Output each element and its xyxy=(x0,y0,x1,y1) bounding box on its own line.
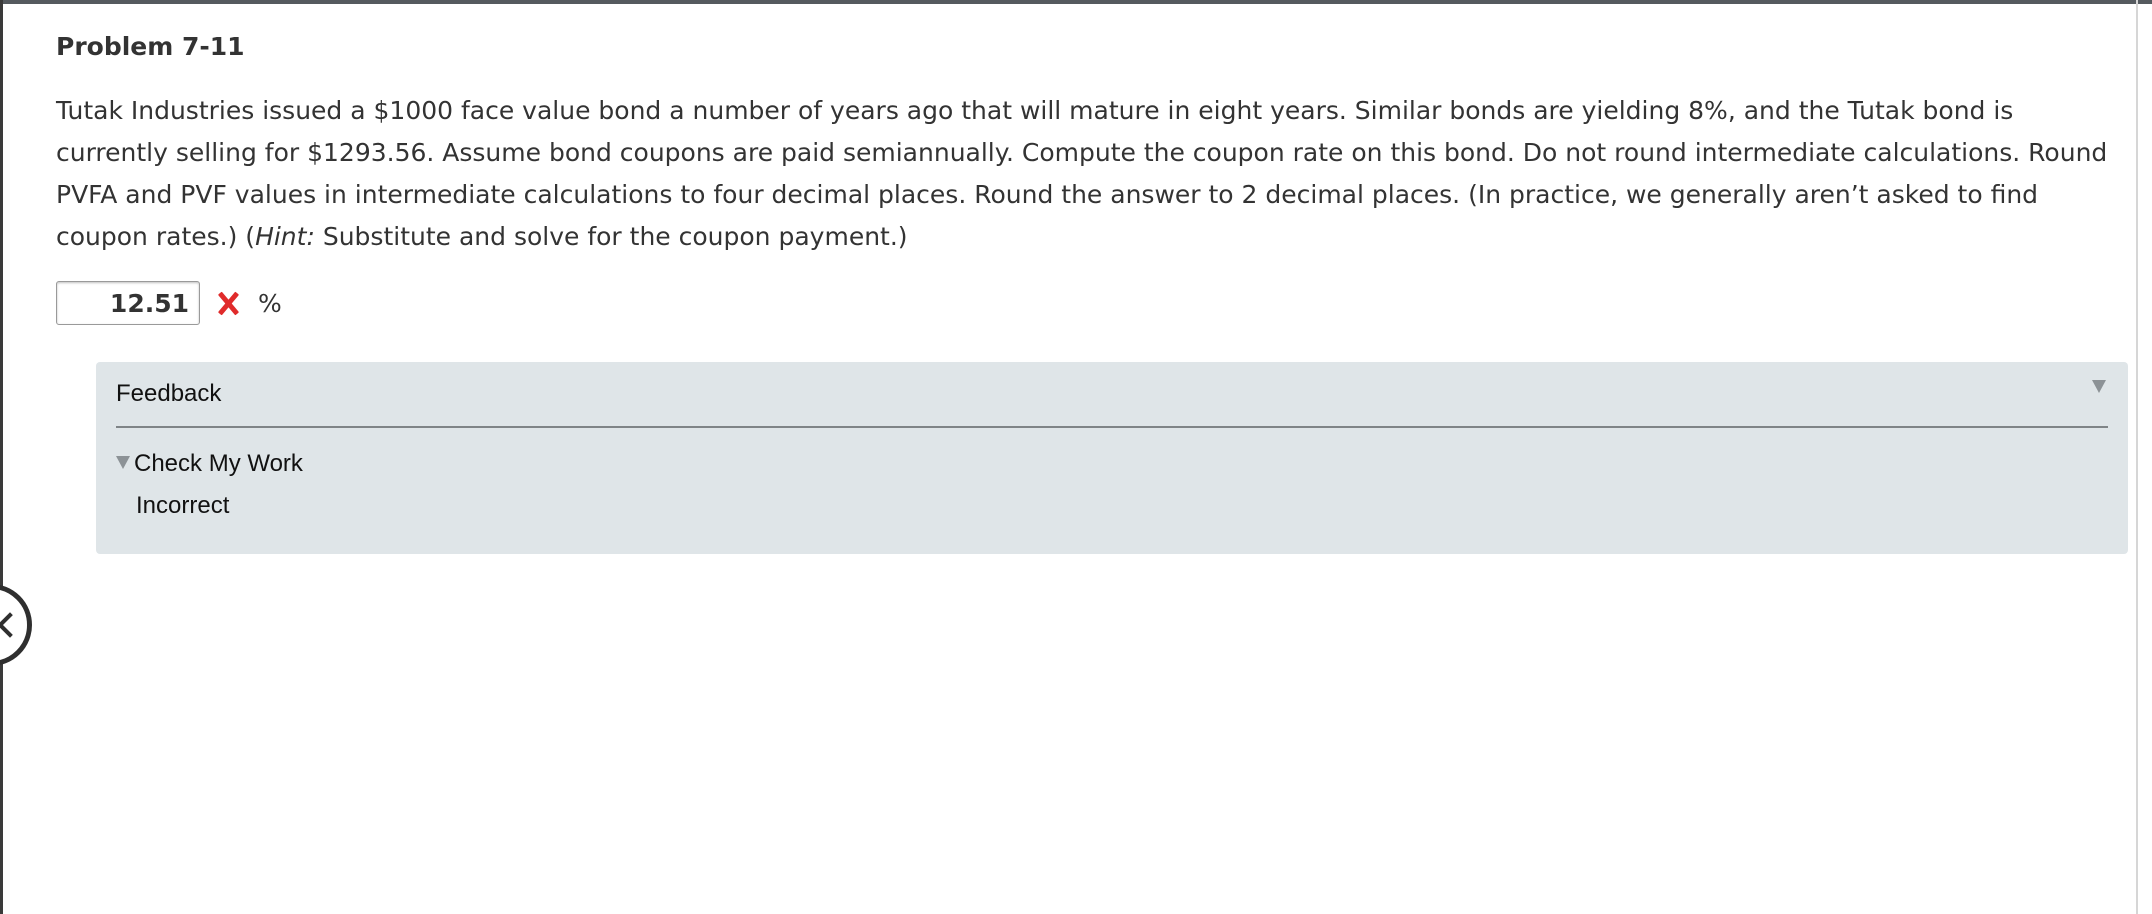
feedback-heading: Feedback xyxy=(116,380,222,407)
problem-text-end: Substitute and solve for the coupon paym… xyxy=(314,222,908,251)
feedback-panel: Feedback Check My Work Incorrect xyxy=(96,362,2128,554)
feedback-result: Incorrect xyxy=(136,492,230,519)
chevron-left-icon xyxy=(0,612,23,638)
problem-title: Problem 7-11 xyxy=(56,32,245,61)
problem-statement: Tutak Industries issued a $1000 face val… xyxy=(56,90,2116,258)
answer-input[interactable] xyxy=(56,281,200,325)
unit-label: % xyxy=(258,288,282,318)
triangle-down-icon xyxy=(116,455,130,469)
check-my-work-label: Check My Work xyxy=(134,450,303,477)
answer-row: % xyxy=(56,280,282,326)
collapse-triangle-icon[interactable] xyxy=(2092,380,2106,393)
left-border xyxy=(0,0,3,914)
hint-label: Hint: xyxy=(255,222,315,251)
side-panel-toggle[interactable] xyxy=(0,584,32,666)
red-x-icon xyxy=(216,291,240,315)
top-border xyxy=(0,0,2152,4)
check-my-work-toggle[interactable]: Check My Work xyxy=(116,450,303,478)
right-border xyxy=(2136,0,2138,914)
feedback-divider xyxy=(116,426,2108,428)
